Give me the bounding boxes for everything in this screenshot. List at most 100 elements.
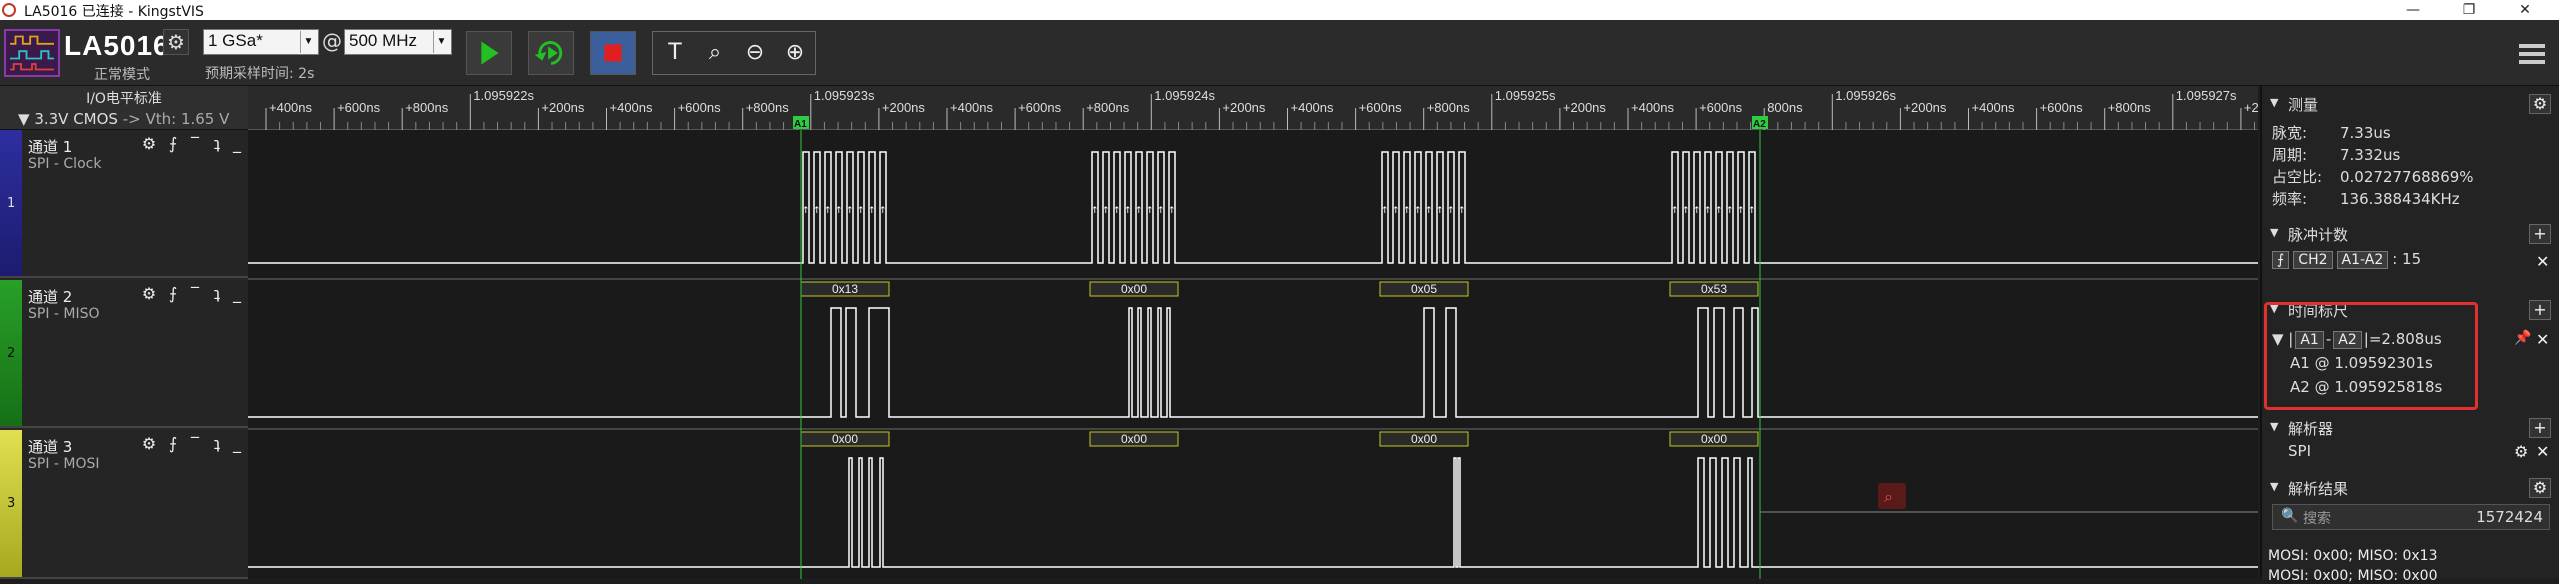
zoom-out-icon[interactable]: ⊖ bbox=[737, 36, 773, 72]
collapse-icon: ▼ bbox=[2270, 226, 2279, 239]
result-row[interactable]: MOSI: 0x00; MISO: 0x13 bbox=[2268, 548, 2438, 564]
decode-label: 0x53 bbox=[1701, 282, 1727, 296]
analyzer-header[interactable]: ▼ 解析器 + bbox=[2262, 416, 2559, 440]
decode-label: 0x00 bbox=[1121, 432, 1147, 446]
view-tools: T ⌕ ⊖ ⊕ bbox=[652, 31, 816, 75]
marker-flag-label: A2 bbox=[1753, 119, 1766, 130]
clock-edge-arrow: ↑ bbox=[1671, 206, 1679, 216]
pin-icon[interactable]: 📌 bbox=[2514, 330, 2531, 346]
pulse-count-header[interactable]: ▼ 脉冲计数 + bbox=[2262, 222, 2559, 246]
io-vth: -> Vth: 1.65 V bbox=[122, 110, 230, 128]
clock-edge-arrow: ↑ bbox=[1704, 206, 1712, 216]
close-icon[interactable]: ✕ bbox=[2536, 442, 2549, 461]
repeat-start-button[interactable] bbox=[528, 31, 574, 75]
device-mode: 正常模式 bbox=[94, 67, 150, 83]
time-ruler-axis: +400ns +600ns +800ns 1.095922s +200ns +400ns +… bbox=[265, 88, 2258, 130]
pulse-range[interactable]: A1-A2 bbox=[2336, 251, 2389, 269]
result-row[interactable]: MOSI: 0x00; MISO: 0x00 bbox=[2268, 568, 2438, 584]
minimize-button[interactable]: — bbox=[2390, 0, 2436, 20]
highlight-box bbox=[2264, 302, 2478, 410]
pulse-channel[interactable]: CH2 bbox=[2293, 251, 2333, 269]
results-header[interactable]: ▼ 解析结果 ⚙ bbox=[2262, 476, 2559, 500]
zoom-in-icon[interactable]: ⊕ bbox=[777, 36, 813, 72]
clock-edge-arrow: ↑ bbox=[1146, 206, 1154, 216]
clock-edge-arrow: ↑ bbox=[1157, 206, 1165, 216]
analyzer-item[interactable]: SPI bbox=[2288, 442, 2311, 460]
waveform-canvas: ↑ ↑ ↑ ↑ ↑ ↑ ↑ ↑ ↑ ↑ ↑ ↑ ↑ ↑ ↑ ↑ ↑ ↑ ↑ ↑ ↑ ↑ ↑ ↑ ↑ ↑ ↑ ↑ ↑ ↑ ↑ ↑0x13 0x00… bbox=[248, 130, 2258, 579]
trigger-low-icon[interactable]: _ bbox=[226, 434, 248, 454]
text-icon[interactable]: T bbox=[657, 36, 693, 72]
results-title: 解析结果 bbox=[2288, 480, 2349, 498]
trigger-fall-icon[interactable]: ʇ bbox=[206, 284, 228, 304]
clock-edge-arrow: ↑ bbox=[857, 206, 865, 216]
gear-icon[interactable]: ⚙ bbox=[2529, 478, 2551, 498]
zoom-region-icon[interactable]: ⌕ bbox=[697, 36, 733, 72]
close-icon[interactable]: ✕ bbox=[2536, 252, 2549, 271]
add-icon[interactable]: + bbox=[2529, 418, 2551, 438]
ruler-tick-label: 1.095922s bbox=[473, 88, 534, 103]
trigger-high-icon[interactable]: ‾ bbox=[184, 434, 206, 454]
sample-depth-select[interactable]: 500 MHz ▼ bbox=[344, 29, 452, 55]
results-search[interactable]: 🔍 搜索 1572424 bbox=[2272, 504, 2550, 530]
ruler-tick-label: 1.095925s bbox=[1495, 88, 1556, 103]
ruler-tick-label: +400ns bbox=[1291, 100, 1335, 115]
channel-desc: SPI - MISO bbox=[28, 306, 100, 322]
trigger-low-icon[interactable]: _ bbox=[226, 134, 248, 154]
decode-label: 0x00 bbox=[1701, 432, 1727, 446]
channel-number: 1 bbox=[7, 196, 16, 211]
close-button[interactable]: ✕ bbox=[2502, 0, 2548, 20]
add-icon[interactable]: + bbox=[2529, 224, 2551, 244]
play-icon bbox=[481, 41, 499, 65]
trigger-high-icon[interactable]: ‾ bbox=[184, 284, 206, 304]
stop-button[interactable] bbox=[590, 31, 636, 75]
device-logo-icon bbox=[4, 29, 60, 77]
clock-edge-arrow: ↑ bbox=[868, 206, 876, 216]
add-icon[interactable]: + bbox=[2529, 300, 2551, 320]
channel-number: 3 bbox=[7, 496, 16, 511]
trigger-low-icon[interactable]: _ bbox=[226, 284, 248, 304]
trigger-rise-icon[interactable]: ⨍ bbox=[162, 434, 184, 454]
start-button[interactable] bbox=[466, 31, 512, 75]
ruler-tick-label: +800ns bbox=[405, 100, 449, 115]
time-ruler[interactable]: +400ns +600ns +800ns 1.095922s +200ns +400ns +… bbox=[248, 86, 2258, 130]
trigger-high-icon[interactable]: ‾ bbox=[184, 134, 206, 154]
rising-edge-icon[interactable]: ⨍ bbox=[2272, 251, 2290, 269]
decode-label: 0x05 bbox=[1411, 282, 1437, 296]
ruler-tick-label: +400ns bbox=[1631, 100, 1675, 115]
channel-desc: SPI - MOSI bbox=[28, 456, 100, 472]
search-icon: 🔍 bbox=[2281, 508, 2299, 524]
channel-row[interactable]: 1 通道 1 SPI - Clock ⚙ ⨍ ‾ ʇ _ bbox=[0, 130, 248, 278]
gear-icon[interactable]: ⚙ bbox=[2529, 94, 2551, 114]
channel-row[interactable]: 2 通道 2 SPI - MISO ⚙ ⨍ ‾ ʇ _ bbox=[0, 280, 248, 428]
menu-icon[interactable] bbox=[2519, 44, 2545, 64]
gear-icon[interactable]: ⚙ bbox=[2514, 442, 2528, 461]
device-settings-gear-icon[interactable]: ⚙ bbox=[163, 29, 189, 55]
channel-name: 通道 1 bbox=[28, 138, 73, 156]
pulse-count-row[interactable]: ⨍ CH2 A1-A2: 15 bbox=[2272, 250, 2421, 269]
io-standard-value[interactable]: ▼ 3.3V CMOS -> Vth: 1.65 V bbox=[18, 110, 229, 128]
gear-icon[interactable]: ⚙ bbox=[138, 134, 160, 154]
decode-label: 0x00 bbox=[832, 432, 858, 446]
clock-edge-arrow: ↑ bbox=[1748, 206, 1756, 216]
trigger-rise-icon[interactable]: ⨍ bbox=[162, 284, 184, 304]
clock-edge-arrow: ↑ bbox=[1381, 206, 1389, 216]
clock-edge-arrow: ↑ bbox=[1168, 206, 1176, 216]
waveform-area[interactable]: ↑ ↑ ↑ ↑ ↑ ↑ ↑ ↑ ↑ ↑ ↑ ↑ ↑ ↑ ↑ ↑ ↑ ↑ ↑ ↑ ↑ ↑ ↑ ↑ ↑ ↑ ↑ ↑ ↑ ↑ ↑ ↑ 0x13 0x00… bbox=[248, 130, 2258, 579]
io-standard-title: I/O电平标准 bbox=[86, 91, 162, 107]
ruler-tick-label: 1.095923s bbox=[814, 88, 875, 103]
trigger-rise-icon[interactable]: ⨍ bbox=[162, 134, 184, 154]
trigger-fall-icon[interactable]: ʇ bbox=[206, 434, 228, 454]
io-standard-header[interactable]: I/O电平标准 ▼ 3.3V CMOS -> Vth: 1.65 V bbox=[0, 86, 248, 130]
measure-header[interactable]: ▼ 测量 ⚙ bbox=[2262, 92, 2559, 116]
maximize-button[interactable]: ❐ bbox=[2446, 0, 2492, 20]
zoom-hint-glyph: ⌕ bbox=[1884, 487, 1893, 506]
gear-icon[interactable]: ⚙ bbox=[138, 434, 160, 454]
gear-icon[interactable]: ⚙ bbox=[138, 284, 160, 304]
trigger-fall-icon[interactable]: ʇ bbox=[206, 134, 228, 154]
close-icon[interactable]: ✕ bbox=[2536, 330, 2549, 349]
measure-key: 频率: bbox=[2272, 190, 2308, 208]
channel-row[interactable]: 3 通道 3 SPI - MOSI ⚙ ⨍ ‾ ʇ _ bbox=[0, 430, 248, 579]
sample-rate-select[interactable]: 1 GSa* ▼ bbox=[203, 29, 319, 55]
clock-edge-arrow: ↑ bbox=[813, 206, 821, 216]
clock-edge-arrow: ↑ bbox=[1682, 206, 1690, 216]
